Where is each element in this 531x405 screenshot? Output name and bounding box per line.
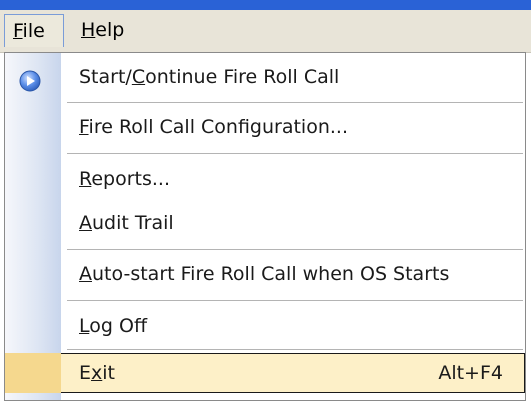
menu-separator [67,153,523,154]
menu-bar: File Help [0,10,531,53]
menu-item-log-off[interactable]: Log Off [5,306,525,346]
menu-file-mnemonic: F [13,20,23,42]
menu-item-label: Exit [79,362,115,384]
menu-separator [67,249,523,250]
highlight-gutter [5,353,61,393]
menu-help[interactable]: Help [73,14,143,47]
menu-item-exit[interactable]: Exit Alt+F4 [5,353,525,393]
menu-separator [67,300,523,301]
menu-item-reports[interactable]: Reports... [5,159,525,199]
menu-item-configuration[interactable]: Fire Roll Call Configuration... [5,107,525,147]
menu-item-label: Start/Continue Fire Roll Call [79,66,340,88]
menu-separator [67,349,523,350]
menu-separator [67,102,523,103]
file-menu-dropdown: Start/Continue Fire Roll Call Fire Roll … [4,52,526,401]
menu-item-label: Audit Trail [79,212,174,234]
window-title-bar-edge [0,0,531,10]
menu-item-start-continue[interactable]: Start/Continue Fire Roll Call [5,57,525,97]
menu-item-label: Log Off [79,315,148,337]
menu-help-mnemonic: H [81,19,96,41]
menu-file[interactable]: File [4,14,64,47]
menu-item-label: Reports... [79,168,171,190]
menu-help-label-post: elp [95,19,125,41]
menu-item-shortcut: Alt+F4 [438,362,503,384]
menu-item-auto-start[interactable]: Auto-start Fire Roll Call when OS Starts [5,254,525,294]
menu-item-label: Auto-start Fire Roll Call when OS Starts [79,263,450,285]
menu-item-label: Fire Roll Call Configuration... [79,116,348,138]
menu-file-label-post: ile [22,20,45,42]
play-circle-icon [19,66,41,92]
menu-item-audit-trail[interactable]: Audit Trail [5,203,525,243]
